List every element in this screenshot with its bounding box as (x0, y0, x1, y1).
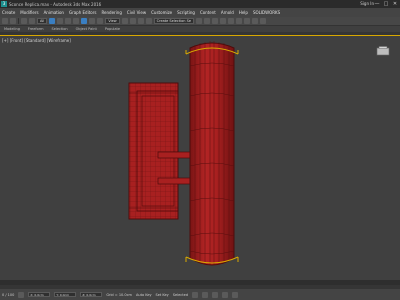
curve-editor-icon[interactable] (220, 18, 227, 24)
menu-graph-editors[interactable]: Graph Editors (69, 10, 96, 15)
menu-arnold[interactable]: Arnold (221, 10, 234, 15)
frame-readout: 0 / 100 (2, 292, 15, 297)
coord-z-field[interactable]: Z: 0.0cm (80, 292, 103, 297)
tab-freeform[interactable]: Freeform (28, 27, 44, 31)
select-by-name-icon[interactable] (57, 18, 64, 24)
select-and-move-icon[interactable] (81, 18, 88, 24)
select-and-scale-icon[interactable] (97, 18, 104, 24)
schematic-view-icon[interactable] (228, 18, 235, 24)
status-bar: 0 / 100 X: 0.0cm Y: 0.0cm Z: 0.0cm Grid … (0, 289, 400, 300)
named-selection-field[interactable]: Create Selection Se (153, 18, 195, 24)
menu-rendering[interactable]: Rendering (101, 10, 121, 15)
maxscript-listener-icon[interactable] (18, 291, 25, 298)
mirror-icon[interactable] (196, 18, 203, 24)
close-button[interactable]: ✕ (392, 1, 398, 7)
rectangular-selection-icon[interactable] (65, 18, 72, 24)
orbit-icon[interactable] (221, 291, 228, 298)
coord-x-field[interactable]: X: 0.0cm (28, 292, 51, 297)
sconce-model[interactable] (0, 36, 400, 281)
maximize-button[interactable]: □ (383, 1, 389, 7)
rendered-frame-icon[interactable] (252, 18, 259, 24)
angle-snap-icon[interactable] (137, 18, 144, 24)
layer-explorer-icon[interactable] (212, 18, 219, 24)
back-plate[interactable] (128, 82, 179, 220)
link-icon[interactable] (21, 18, 27, 24)
select-and-rotate-icon[interactable] (89, 18, 96, 24)
window-title: Sconce Replica.max - Autodesk 3ds Max 20… (9, 1, 102, 7)
render-icon[interactable] (260, 18, 267, 24)
front-viewport[interactable]: [+] [Front] [Standard] [Wireframe] (0, 35, 400, 280)
undo-icon[interactable] (2, 18, 8, 24)
menu-bar: Create Modifiers Animation Graph Editors… (0, 8, 400, 17)
tab-populate[interactable]: Populate (105, 27, 120, 31)
material-editor-icon[interactable] (236, 18, 243, 24)
grid-readout: Grid = 10.0cm (106, 292, 132, 297)
next-frame-icon[interactable] (201, 291, 208, 298)
reference-coordinate-dropdown[interactable]: View (105, 18, 120, 24)
render-setup-icon[interactable] (244, 18, 251, 24)
title-bar: 3 Sconce Replica.max - Autodesk 3ds Max … (0, 0, 400, 8)
window-crossing-icon[interactable] (73, 18, 80, 24)
main-toolbar: All View Create Selection Se (0, 17, 400, 26)
pan-icon[interactable] (231, 291, 238, 298)
pivot-icon[interactable] (121, 18, 128, 24)
viewcube-icon[interactable] (376, 46, 390, 56)
cylinder-shade[interactable] (189, 41, 235, 266)
sign-in-link[interactable]: Sign In (360, 1, 374, 6)
menu-customize[interactable]: Customize (151, 10, 172, 15)
toolbar-separator (18, 18, 19, 24)
app-logo-icon[interactable]: 3 (1, 1, 7, 7)
menu-civil-view[interactable]: Civil View (127, 10, 146, 15)
zoom-icon[interactable] (211, 291, 218, 298)
tab-object-paint[interactable]: Object Paint (76, 27, 97, 31)
set-key-button[interactable]: Set Key (156, 293, 169, 297)
percent-snap-icon[interactable] (145, 18, 152, 24)
menu-animation[interactable]: Animation (44, 10, 64, 15)
auto-key-button[interactable]: Auto Key (136, 293, 152, 297)
viewport-label[interactable]: [+] [Front] [Standard] [Wireframe] (2, 38, 71, 43)
tab-selection[interactable]: Selection (52, 27, 68, 31)
key-filter-dropdown[interactable]: Selected (173, 293, 188, 297)
menu-help[interactable]: Help (239, 10, 248, 15)
menu-modifiers[interactable]: Modifiers (20, 10, 38, 15)
coord-y-field[interactable]: Y: 0.0cm (54, 292, 77, 297)
snaps-toggle-icon[interactable] (129, 18, 136, 24)
tab-modeling[interactable]: Modeling (4, 27, 20, 31)
selection-filter-dropdown[interactable]: All (37, 18, 48, 24)
menu-create[interactable]: Create (2, 10, 15, 15)
play-icon[interactable] (191, 291, 198, 298)
select-object-icon[interactable] (49, 18, 56, 24)
redo-icon[interactable] (10, 18, 16, 24)
menu-content[interactable]: Content (200, 10, 216, 15)
unlink-icon[interactable] (29, 18, 35, 24)
menu-solidworks[interactable]: SOLIDWORKS (253, 10, 280, 15)
menu-scripting[interactable]: Scripting (177, 10, 195, 15)
align-icon[interactable] (204, 18, 211, 24)
minimize-button[interactable]: — (374, 1, 380, 7)
